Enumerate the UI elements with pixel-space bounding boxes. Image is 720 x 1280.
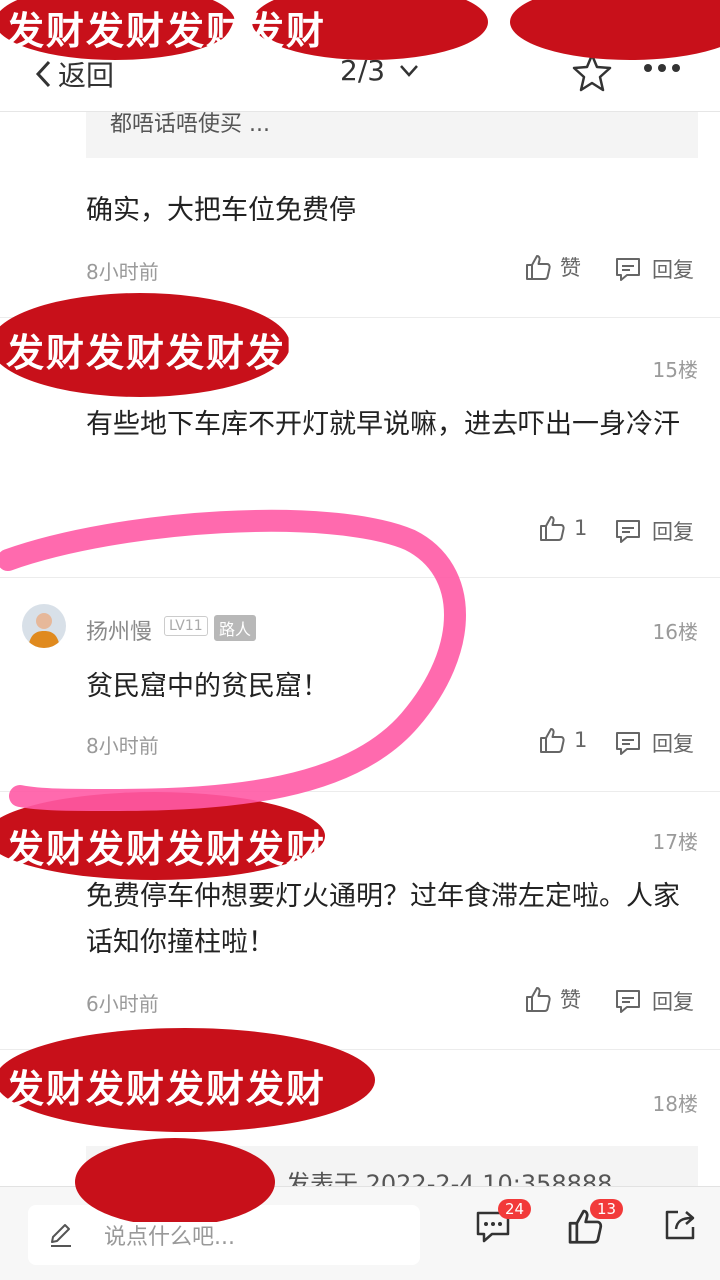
reply-button[interactable]: 回复 xyxy=(614,728,694,758)
like-post-button[interactable]: 13 xyxy=(566,1199,624,1249)
comment-content: 免费停车仲想要灯火通明？过年食滞左定啦。人家话知你撞柱啦！ xyxy=(86,881,680,958)
more-button[interactable] xyxy=(644,64,680,72)
like-count-badge: 13 xyxy=(590,1199,624,1219)
reply-label: 回复 xyxy=(652,990,694,1014)
comment-input-placeholder: 说点什么吧... xyxy=(104,1225,235,1250)
thumbs-up-icon xyxy=(526,987,551,1012)
more-dot xyxy=(672,64,680,72)
role-badge: 路人 xyxy=(214,615,257,641)
comment-time: 8小时前 xyxy=(86,260,159,284)
username[interactable]: 扬州慢 xyxy=(86,614,152,646)
more-dot xyxy=(644,64,652,72)
reply-label: 回复 xyxy=(652,258,694,282)
like-button[interactable]: 赞 xyxy=(524,252,581,282)
more-dot xyxy=(658,64,666,72)
comment-item: 扬州慢 LV11 路人 16楼 贫民窟中的贫民窟！ 8小时前 1 回复 xyxy=(0,578,720,792)
favorite-button[interactable] xyxy=(572,52,612,96)
reply-button[interactable]: 回复 xyxy=(614,254,694,284)
floor-number: 15楼 xyxy=(652,358,698,382)
floor-number: 17楼 xyxy=(652,830,698,854)
comment-time: 8小时前 xyxy=(86,734,159,758)
avatar[interactable] xyxy=(22,604,66,648)
comment-icon xyxy=(616,990,640,1013)
like-button[interactable]: 1 xyxy=(538,514,587,542)
thumbs-up-icon xyxy=(526,255,551,280)
share-button[interactable] xyxy=(662,1207,698,1247)
comment-icon xyxy=(616,258,640,281)
floor-number: 16楼 xyxy=(652,620,698,644)
like-count: 1 xyxy=(574,516,588,540)
like-label: 赞 xyxy=(560,988,581,1012)
comment-content: 有些地下车库不开灯就早说嘛，进去吓出一身冷汗 xyxy=(86,409,680,440)
reply-button[interactable]: 回复 xyxy=(614,986,694,1016)
comment-icon xyxy=(616,732,640,755)
signal-icon xyxy=(12,10,30,20)
comment-content: 贫民窟中的贫民窟！ xyxy=(86,671,329,702)
comment-icon xyxy=(616,520,640,543)
comment-count-badge: 24 xyxy=(498,1199,532,1219)
chevron-left-icon xyxy=(35,60,51,88)
like-button[interactable]: 1 xyxy=(538,726,587,754)
like-label: 赞 xyxy=(560,256,581,280)
comment-item: 15楼 有些地下车库不开灯就早说嘛，进去吓出一身冷汗 1 回复 xyxy=(0,318,720,578)
pencil-icon xyxy=(51,1224,71,1247)
like-count: 1 xyxy=(574,728,588,752)
comment-input[interactable]: 说点什么吧... xyxy=(28,1205,420,1265)
level-badge: LV11 xyxy=(164,616,208,636)
comment-item: 确实，大把车位免费停 8小时前 赞 回复 xyxy=(0,160,720,318)
thumbs-up-icon xyxy=(540,728,565,753)
comment-content: 确实，大把车位免费停 xyxy=(86,195,356,226)
back-label: 返回 xyxy=(58,59,115,92)
back-button[interactable]: 返回 xyxy=(34,54,114,94)
like-button[interactable]: 赞 xyxy=(524,984,581,1014)
top-nav-bar: 返回 2/3 xyxy=(0,0,720,112)
page-indicator: 2/3 xyxy=(340,54,386,87)
star-icon xyxy=(572,53,612,92)
page-selector[interactable]: 2/3 xyxy=(340,54,419,87)
comment-time: 6小时前 xyxy=(86,992,159,1016)
bottom-action-bar: 说点什么吧... 24 13 xyxy=(0,1186,720,1280)
chevron-down-icon xyxy=(400,64,418,77)
reply-label: 回复 xyxy=(652,732,694,756)
share-icon xyxy=(665,1210,695,1240)
reply-label: 回复 xyxy=(652,520,694,544)
comment-item: 17楼 免费停车仲想要灯火通明？过年食滞左定啦。人家话知你撞柱啦！ 6小时前 赞… xyxy=(0,792,720,1050)
floor-number: 18楼 xyxy=(652,1092,698,1116)
comments-button[interactable]: 24 xyxy=(474,1199,532,1249)
thumbs-up-icon xyxy=(540,516,565,541)
reply-button[interactable]: 回复 xyxy=(614,516,694,546)
